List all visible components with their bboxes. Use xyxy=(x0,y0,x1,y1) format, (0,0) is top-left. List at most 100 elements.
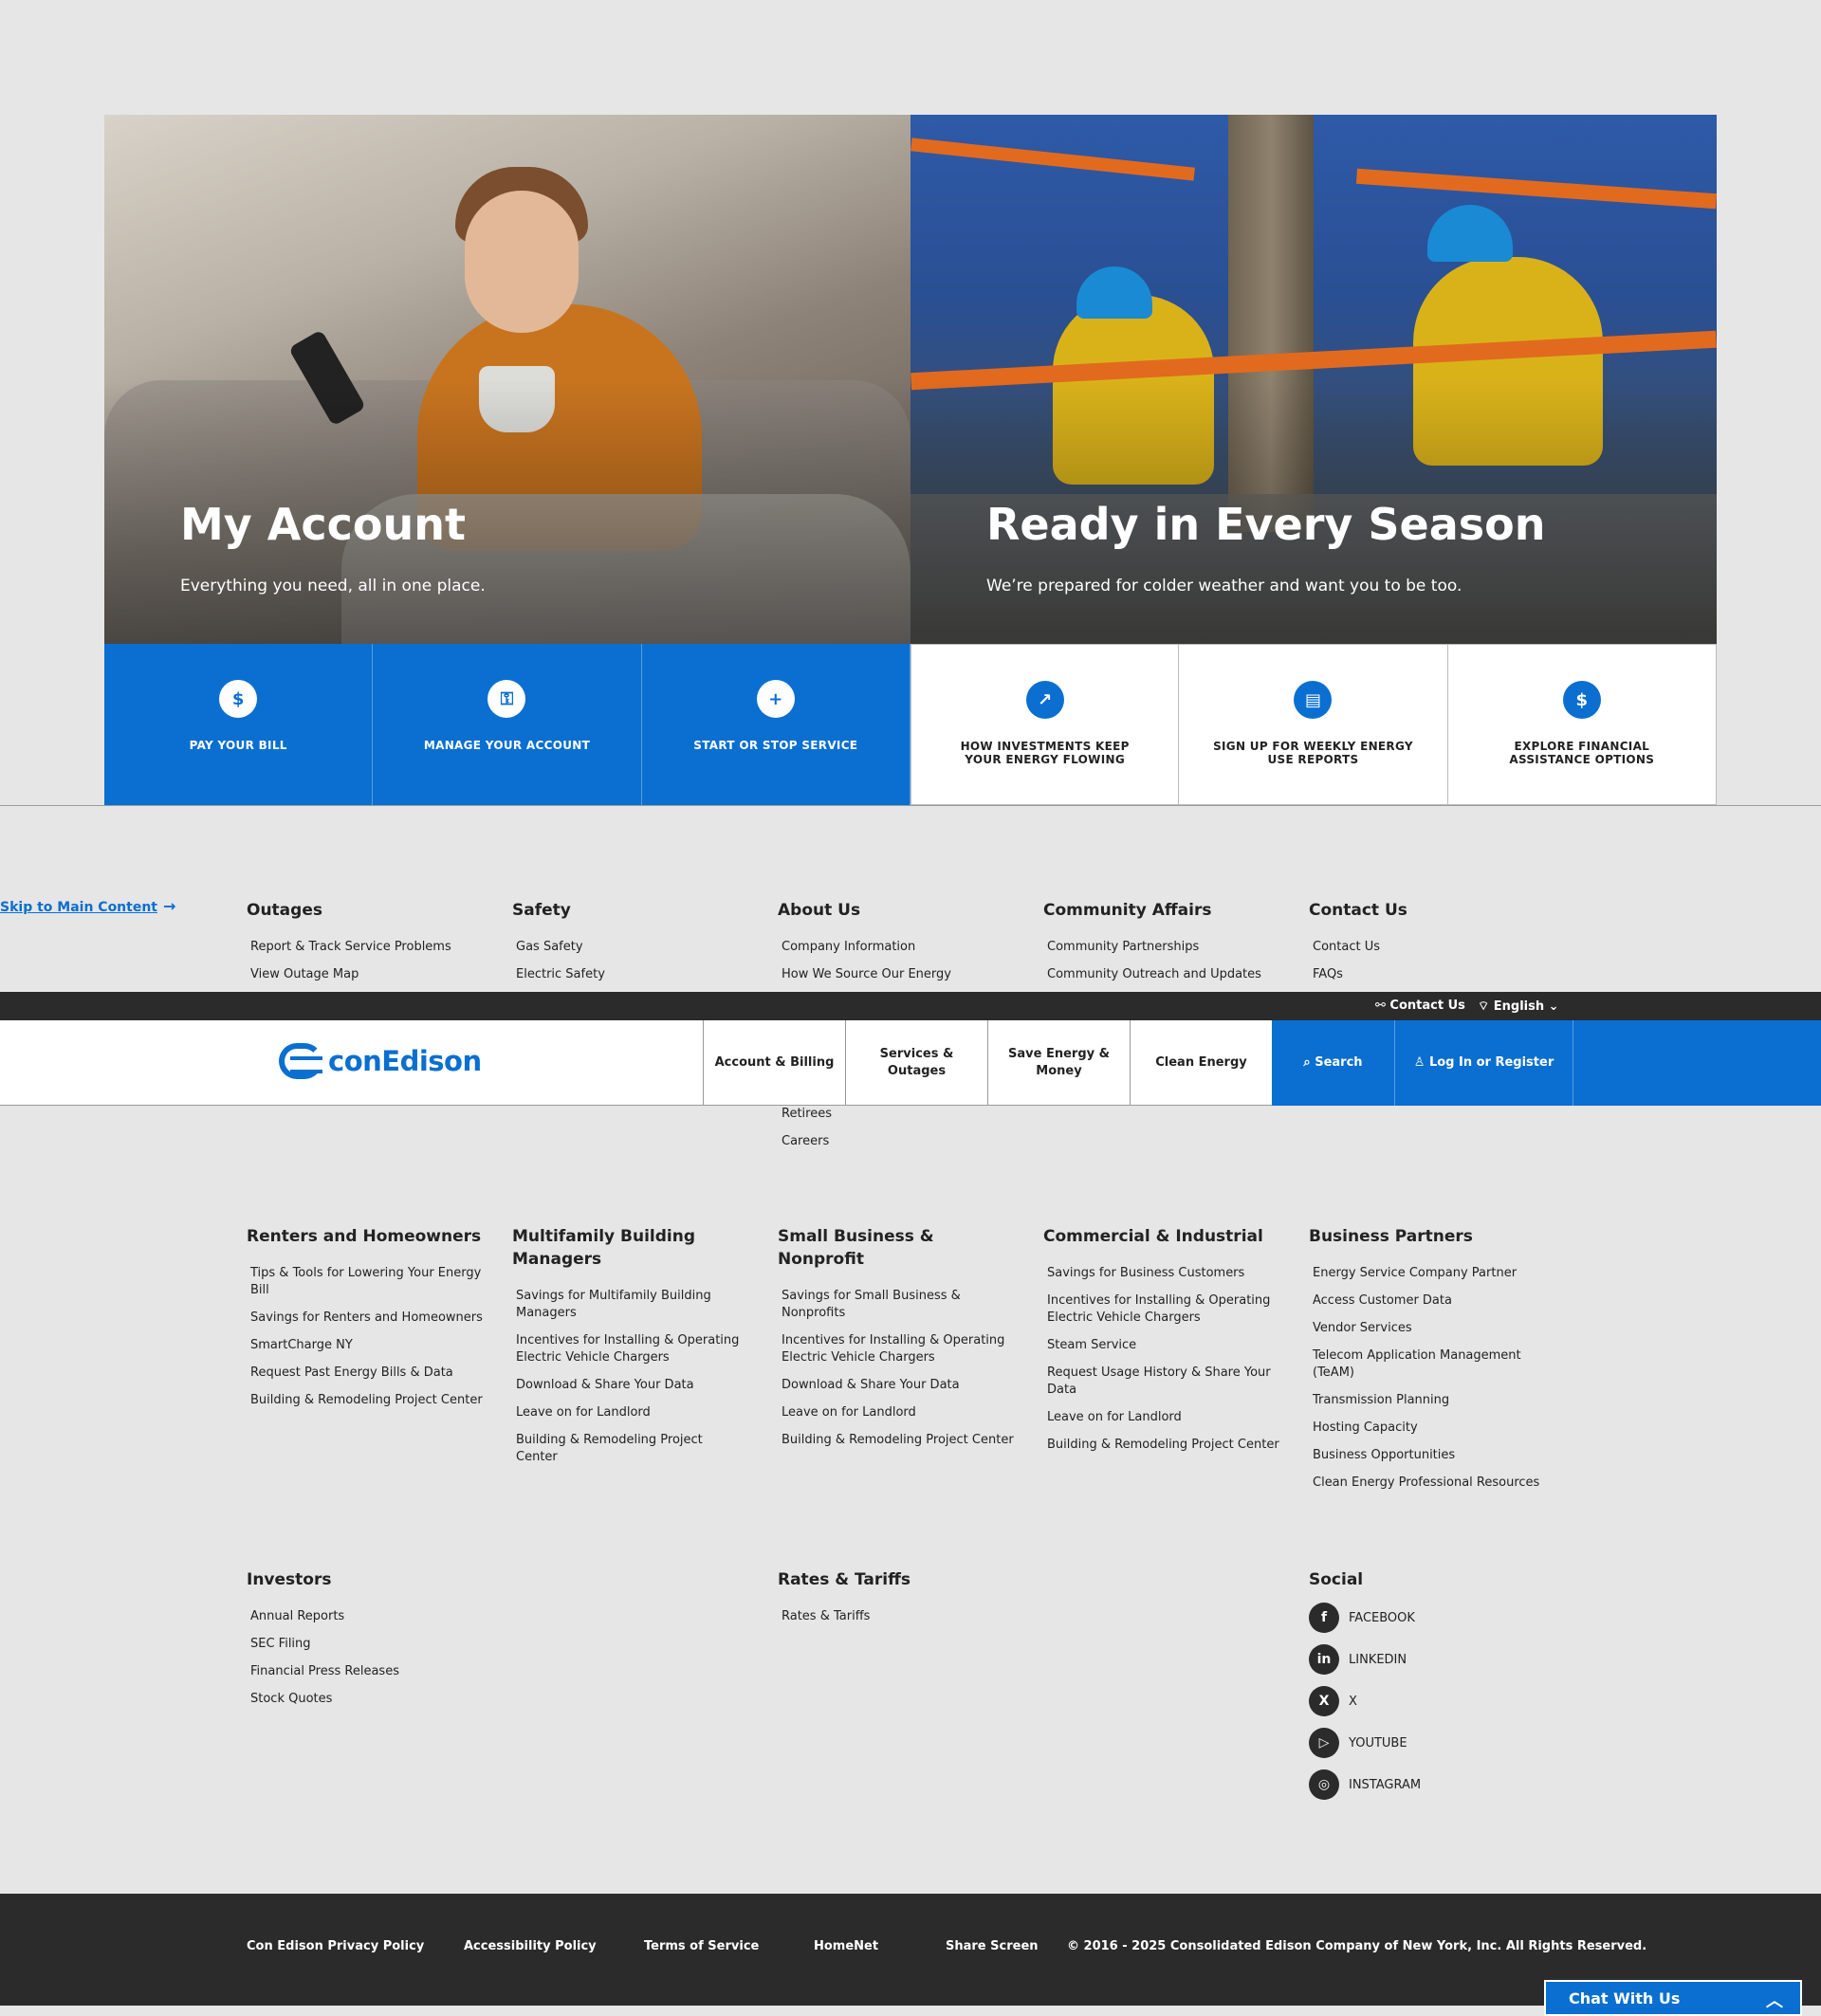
tile-investments[interactable]: ↗ HOW INVESTMENTS KEEP YOUR ENERGY FLOWI… xyxy=(910,644,1180,805)
footer-link[interactable]: Telecom Application Management (TeAM) xyxy=(1313,1347,1546,1382)
footer-link[interactable]: Building & Remodeling Project Center xyxy=(782,1432,1024,1449)
footer-link[interactable]: Download & Share Your Data xyxy=(516,1377,740,1394)
footer-link[interactable]: SmartCharge NY xyxy=(250,1337,493,1354)
footer-link[interactable]: Request Past Energy Bills & Data xyxy=(250,1365,493,1382)
nav-account-billing[interactable]: Account & Billing xyxy=(703,1020,845,1106)
social-x-link[interactable]: X X xyxy=(1309,1686,1555,1716)
footer-link[interactable]: Savings for Multifamily Building Manager… xyxy=(516,1288,740,1322)
footer-link[interactable]: Building & Remodeling Project Center xyxy=(250,1392,493,1409)
column-title: Commercial & Industrial xyxy=(1043,1227,1263,1246)
footer-link[interactable]: Savings for Business Customers xyxy=(1047,1265,1290,1282)
nav-save-energy[interactable]: Save Energy & Money xyxy=(987,1020,1130,1106)
footer-link[interactable]: Rates & Tariffs xyxy=(782,1608,1024,1625)
facebook-icon: f xyxy=(1309,1603,1339,1633)
social-youtube-link[interactable]: ▷ YOUTUBE xyxy=(1309,1728,1555,1758)
footer-link[interactable]: Request Usage History & Share Your Data xyxy=(1047,1365,1290,1399)
footer-col-multifamily: Multifamily Building Managers Savings fo… xyxy=(512,1225,740,1476)
chat-with-us-button[interactable]: Chat With Us ︿ xyxy=(1544,1980,1802,2016)
login-label: Log In or Register xyxy=(1428,1055,1554,1070)
footer-link[interactable]: Report & Track Service Problems xyxy=(250,939,493,956)
footer-link[interactable]: Community Partnerships xyxy=(1047,939,1290,956)
utility-contact-link[interactable]: ⚯ Contact Us xyxy=(1375,999,1465,1013)
skip-to-main-content-link[interactable]: Skip to Main Content → xyxy=(0,897,175,915)
accessibility-policy-link[interactable]: Accessibility Policy xyxy=(464,1939,597,1953)
link-icon: ⚯ xyxy=(1375,999,1390,1013)
footer-link[interactable]: Stock Quotes xyxy=(250,1691,493,1708)
footer-link[interactable]: Hosting Capacity xyxy=(1313,1420,1546,1437)
hero-shade xyxy=(104,115,910,644)
footer-link[interactable]: Incentives for Installing & Operating El… xyxy=(1047,1292,1290,1327)
quick-actions: $ PAY YOUR BILL ⚿ MANAGE YOUR ACCOUNT + … xyxy=(104,644,1717,805)
tile-financial-assistance[interactable]: $ EXPLORE FINANCIAL ASSISTANCE OPTIONS xyxy=(1447,644,1717,805)
homenet-link[interactable]: HomeNet xyxy=(814,1939,878,1953)
nav-clean-energy[interactable]: Clean Energy xyxy=(1130,1020,1272,1106)
footer-col-about-continued: Retirees Careers xyxy=(782,1106,1028,1150)
tile-start-stop-service[interactable]: + START OR STOP SERVICE xyxy=(641,644,910,805)
linkedin-icon: in xyxy=(1309,1644,1339,1675)
footer-link[interactable]: SEC Filing xyxy=(250,1636,493,1653)
footer-link[interactable]: FAQs xyxy=(1313,966,1555,983)
privacy-policy-link[interactable]: Con Edison Privacy Policy xyxy=(247,1939,424,1953)
login-button[interactable]: ♙ Log In or Register xyxy=(1395,1020,1573,1106)
footer-link[interactable]: Leave on for Landlord xyxy=(782,1404,1024,1421)
language-label: English xyxy=(1493,999,1545,1014)
footer-link[interactable]: Savings for Renters and Homeowners xyxy=(250,1310,493,1327)
nav-services-outages[interactable]: Services & Outages xyxy=(845,1020,987,1106)
tile-pay-bill[interactable]: $ PAY YOUR BILL xyxy=(104,644,374,805)
footer-link[interactable]: Retirees xyxy=(782,1106,1028,1123)
social-label: INSTAGRAM xyxy=(1349,1777,1422,1792)
footer-link[interactable]: Tips & Tools for Lowering Your Energy Bi… xyxy=(250,1265,493,1299)
arrow-right-icon: → xyxy=(163,897,176,915)
tile-label: PAY YOUR BILL xyxy=(189,739,287,752)
social-facebook-link[interactable]: f FACEBOOK xyxy=(1309,1603,1555,1633)
hero-shade xyxy=(910,115,1717,644)
footer-link[interactable]: Company Information xyxy=(782,939,1024,956)
footer-col-small-business: Small Business & Nonprofit Savings for S… xyxy=(778,1225,1024,1459)
tile-manage-account[interactable]: ⚿ MANAGE YOUR ACCOUNT xyxy=(373,644,642,805)
skip-link-label: Skip to Main Content xyxy=(0,900,157,915)
footer-link[interactable]: Careers xyxy=(782,1133,1028,1150)
social-label: X xyxy=(1349,1694,1357,1709)
column-title: Outages xyxy=(247,901,322,920)
footer-link[interactable]: Energy Service Company Partner xyxy=(1313,1265,1546,1282)
footer-link[interactable]: Clean Energy Professional Resources xyxy=(1313,1475,1546,1492)
hero-ready-season[interactable]: Ready in Every Season We’re prepared for… xyxy=(910,115,1717,644)
footer-link[interactable]: Savings for Small Business & Nonprofits xyxy=(782,1288,1024,1322)
footer-link[interactable]: Leave on for Landlord xyxy=(516,1404,740,1421)
footer-col-renters: Renters and Homeowners Tips & Tools for … xyxy=(247,1225,493,1420)
conedison-logo[interactable]: conEdison xyxy=(279,1043,482,1079)
search-button[interactable]: ⌕ Search xyxy=(1272,1020,1395,1106)
social-linkedin-link[interactable]: in LINKEDIN xyxy=(1309,1644,1555,1675)
footer-link[interactable]: How We Source Our Energy xyxy=(782,966,1024,983)
footer-link[interactable]: Incentives for Installing & Operating El… xyxy=(516,1332,740,1366)
footer-link[interactable]: Contact Us xyxy=(1313,939,1555,956)
footer-link[interactable]: Business Opportunities xyxy=(1313,1447,1546,1464)
footer-link[interactable]: Electric Safety xyxy=(516,966,759,983)
footer-link[interactable]: Leave on for Landlord xyxy=(1047,1409,1290,1426)
footer-link[interactable]: Financial Press Releases xyxy=(250,1663,493,1680)
social-instagram-link[interactable]: ◎ INSTAGRAM xyxy=(1309,1769,1555,1800)
terms-of-service-link[interactable]: Terms of Service xyxy=(644,1939,759,1953)
footer-link[interactable]: Access Customer Data xyxy=(1313,1292,1546,1310)
footer-link[interactable]: Community Outreach and Updates xyxy=(1047,966,1290,983)
footer-link[interactable]: Download & Share Your Data xyxy=(782,1377,1024,1394)
footer-link[interactable]: Gas Safety xyxy=(516,939,759,956)
footer-link[interactable]: Steam Service xyxy=(1047,1337,1290,1354)
footer-link[interactable]: Building & Remodeling Project Center xyxy=(516,1432,740,1466)
language-selector[interactable]: ⌔ English ⌄ xyxy=(1478,999,1559,1014)
tile-energy-reports[interactable]: ▤ SIGN UP FOR WEEKLY ENERGY USE REPORTS xyxy=(1179,644,1448,805)
share-screen-link[interactable]: Share Screen xyxy=(946,1939,1039,1953)
footer-link[interactable]: Incentives for Installing & Operating El… xyxy=(782,1332,1024,1366)
hero-my-account[interactable]: My Account Everything you need, all in o… xyxy=(104,115,910,644)
x-icon: X xyxy=(1309,1686,1339,1716)
user-icon: ♙ xyxy=(1413,1055,1429,1070)
instagram-icon: ◎ xyxy=(1309,1769,1339,1800)
footer-link[interactable]: Annual Reports xyxy=(250,1608,493,1625)
footer-link[interactable]: View Outage Map xyxy=(250,966,493,983)
footer-link[interactable]: Building & Remodeling Project Center xyxy=(1047,1437,1290,1454)
hero-subtitle: We’re prepared for colder weather and wa… xyxy=(986,577,1462,596)
social-label: LINKEDIN xyxy=(1349,1652,1407,1667)
footer-col-outages: Outages Report & Track Service Problems … xyxy=(247,899,493,994)
footer-link[interactable]: Vendor Services xyxy=(1313,1320,1546,1337)
footer-link[interactable]: Transmission Planning xyxy=(1313,1392,1546,1409)
